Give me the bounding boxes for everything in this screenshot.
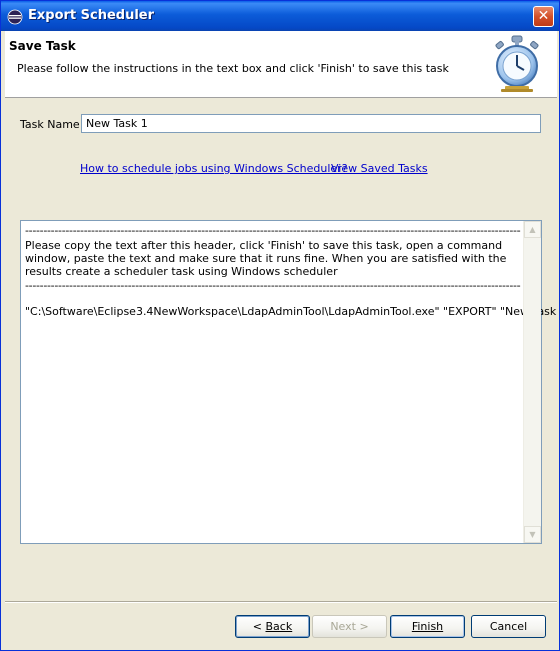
view-saved-tasks-link[interactable]: View Saved Tasks bbox=[331, 162, 428, 175]
title-bar[interactable]: Export Scheduler ✕ bbox=[1, 1, 559, 31]
close-button[interactable]: ✕ bbox=[533, 6, 554, 27]
back-prefix: < bbox=[252, 620, 266, 633]
chevron-down-icon: ▼ bbox=[529, 530, 536, 539]
next-button[interactable]: Next > bbox=[312, 615, 387, 638]
instructions-text: Please copy the text after this header, … bbox=[25, 239, 507, 278]
separator-top: ----------------------------------------… bbox=[25, 225, 521, 236]
eclipse-app-icon bbox=[7, 9, 23, 25]
wizard-content: Task Name: How to schedule jobs using Wi… bbox=[5, 98, 560, 601]
back-label: Back bbox=[265, 620, 293, 633]
finish-label: Finish bbox=[411, 620, 444, 633]
finish-button[interactable]: Finish bbox=[390, 615, 465, 638]
cancel-button[interactable]: Cancel bbox=[471, 615, 546, 638]
scroll-up-button[interactable]: ▲ bbox=[524, 221, 541, 238]
instructions-content: ----------------------------------------… bbox=[25, 225, 560, 318]
task-name-input[interactable] bbox=[81, 114, 541, 133]
page-description: Please follow the instructions in the te… bbox=[17, 62, 449, 75]
instructions-textarea[interactable]: ----------------------------------------… bbox=[20, 220, 560, 544]
vertical-scrollbar[interactable]: ▲ ▼ bbox=[523, 221, 541, 543]
page-title: Save Task bbox=[9, 39, 76, 53]
close-icon: ✕ bbox=[537, 8, 550, 24]
stopwatch-icon bbox=[495, 35, 539, 92]
export-scheduler-window: Export Scheduler ✕ Save Task Please foll… bbox=[0, 0, 560, 651]
scroll-down-button[interactable]: ▼ bbox=[524, 526, 541, 543]
wizard-banner: Save Task Please follow the instructions… bbox=[5, 31, 557, 98]
task-name-label: Task Name: bbox=[20, 118, 84, 131]
chevron-up-icon: ▲ bbox=[529, 225, 536, 234]
window-title: Export Scheduler bbox=[28, 8, 155, 23]
button-bar: < Back Next > Finish Cancel bbox=[5, 601, 557, 649]
help-scheduler-link[interactable]: How to schedule jobs using Windows Sched… bbox=[80, 162, 348, 175]
command-line-text: "C:\Software\Eclipse3.4NewWorkspace\Ldap… bbox=[25, 305, 560, 318]
separator-bottom: ----------------------------------------… bbox=[25, 280, 521, 291]
back-button[interactable]: < Back bbox=[235, 615, 310, 638]
